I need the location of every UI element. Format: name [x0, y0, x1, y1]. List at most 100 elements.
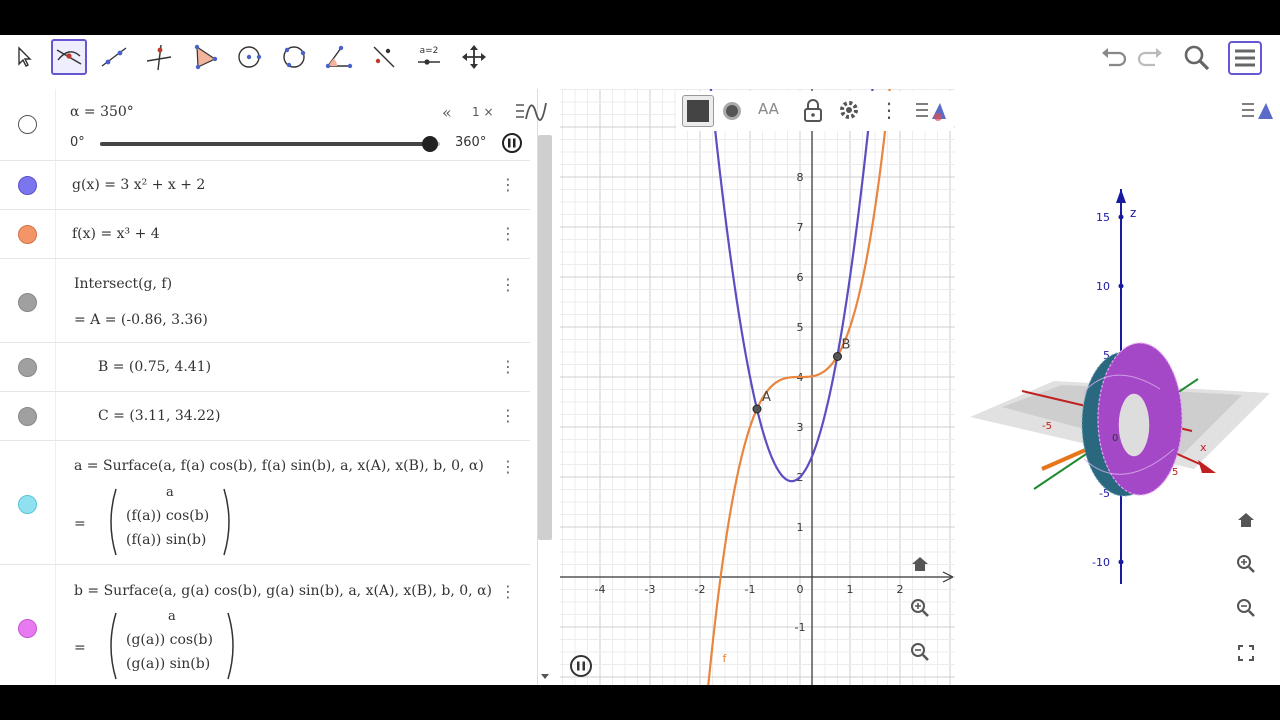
- algebra-row-c[interactable]: C = (3.11, 34.22) ⋮: [0, 392, 530, 441]
- undo-button[interactable]: [1096, 41, 1130, 75]
- algebra-row-b[interactable]: B = (0.75, 4.41) ⋮: [0, 343, 530, 392]
- fullscreen-button[interactable]: [1231, 638, 1261, 668]
- curve-g[interactable]: [706, 89, 878, 483]
- more-options-icon[interactable]: ⋮: [500, 224, 516, 244]
- slider-tool[interactable]: a=2: [411, 39, 447, 75]
- redo-button[interactable]: [1134, 41, 1168, 75]
- more-options-icon[interactable]: ⋮: [500, 175, 516, 195]
- y-tick-label: 5: [797, 321, 804, 334]
- slider-track[interactable]: [100, 136, 440, 152]
- polygon-tool[interactable]: [186, 39, 222, 75]
- point-a-label: A: [762, 390, 771, 405]
- slider-knob[interactable]: [422, 136, 439, 152]
- algebra-row-surface-b[interactable]: b = Surface(a, g(a) cos(b), g(a) sin(b),…: [0, 565, 530, 685]
- color-swatch-button[interactable]: [682, 95, 714, 127]
- marble-c[interactable]: [18, 407, 37, 426]
- home-view-3d-button[interactable]: [1231, 505, 1261, 535]
- graphics-view-2d[interactable]: -4 -3 -2 -1 0 1 2 8 7 6 5 4 3 2 1 -1 A Bf: [560, 89, 955, 685]
- circle-center-icon: [238, 46, 262, 68]
- speed-label[interactable]: 1 ×: [472, 105, 494, 119]
- more-options-icon[interactable]: ⋮: [500, 457, 516, 477]
- visibility-toggle[interactable]: [18, 115, 37, 134]
- zoom-in-2d-button[interactable]: [905, 593, 935, 623]
- marble-g[interactable]: [18, 176, 37, 195]
- search-button[interactable]: [1180, 41, 1214, 75]
- move-view-tool[interactable]: [456, 39, 492, 75]
- surface-a-definition[interactable]: a = Surface(a, f(a) cos(b), f(a) sin(b),…: [74, 458, 484, 474]
- cursor-arrow-icon: [18, 46, 32, 67]
- scroll-down-arrow-icon[interactable]: [540, 671, 550, 681]
- close-style-bar-icon[interactable]: [914, 97, 948, 125]
- y-tick-label: 6: [797, 271, 804, 284]
- right-paren-icon: [227, 612, 234, 680]
- marble-f[interactable]: [18, 225, 37, 244]
- x-tick-label: -2: [695, 583, 706, 596]
- home-view-2d-button[interactable]: [905, 549, 935, 579]
- algebra-row-g[interactable]: g(x) = 3 x² + x + 2 ⋮: [0, 161, 530, 210]
- more-options-icon[interactable]: ⋮: [500, 582, 516, 602]
- y-tick-label: -1: [795, 621, 806, 634]
- zoom-out-3d-button[interactable]: [1231, 593, 1261, 623]
- angle-tool[interactable]: [321, 39, 357, 75]
- surface-b-row1: a: [168, 609, 176, 624]
- move-arrows-icon: [462, 45, 486, 69]
- intersect-command[interactable]: Intersect(g, f): [74, 276, 172, 292]
- x-tick-label: -3: [645, 583, 656, 596]
- algebra-scrollbar[interactable]: [538, 135, 552, 540]
- more-options-icon[interactable]: ⋮: [500, 357, 516, 377]
- gear-icon[interactable]: [836, 97, 862, 123]
- reflect-tool[interactable]: [366, 39, 402, 75]
- circle-three-points-tool[interactable]: [276, 39, 312, 75]
- x-tick-label: 1: [847, 583, 854, 596]
- marble-b[interactable]: [18, 358, 37, 377]
- algebra-row-f[interactable]: f(x) = x³ + 4 ⋮: [0, 210, 530, 259]
- perpendicular-tool[interactable]: [141, 39, 177, 75]
- point-a[interactable]: [752, 404, 762, 414]
- g-definition[interactable]: g(x) = 3 x² + x + 2: [72, 177, 205, 193]
- line-tool[interactable]: [96, 39, 132, 75]
- line-icon: [101, 47, 127, 67]
- text-style-button[interactable]: AA: [758, 100, 779, 118]
- z-tick-mark: [1118, 559, 1124, 565]
- equals-sign: =: [74, 640, 86, 656]
- right-paren-icon: [223, 488, 230, 556]
- z-tick-label: 10: [1096, 280, 1110, 293]
- graphing-view-toggle-icon[interactable]: [514, 99, 548, 125]
- point-b[interactable]: [833, 352, 842, 361]
- more-options-icon[interactable]: ⋮: [500, 406, 516, 426]
- marble-intersect[interactable]: [18, 293, 37, 312]
- point-style-button[interactable]: [723, 102, 741, 120]
- point-c-value[interactable]: C = (3.11, 34.22): [98, 408, 220, 424]
- main-menu-button[interactable]: [1228, 41, 1262, 75]
- 3d-style-bar-toggle-icon[interactable]: [1238, 97, 1276, 125]
- intersect-icon: [56, 49, 82, 65]
- plane-tick-label-5: 5: [1172, 467, 1178, 478]
- surface-b-definition[interactable]: b = Surface(a, g(a) cos(b), g(a) sin(b),…: [74, 583, 492, 599]
- search-icon: [1184, 45, 1210, 71]
- reflect-line-icon: [373, 46, 395, 68]
- pause-icon: [577, 661, 585, 671]
- algebra-row-intersect[interactable]: Intersect(g, f) = A = (-0.86, 3.36) ⋮: [0, 259, 530, 343]
- move-tool[interactable]: [6, 39, 42, 75]
- zoom-in-3d-button[interactable]: [1231, 549, 1261, 579]
- undo-icon: [1102, 48, 1127, 67]
- play-pause-2d-button[interactable]: [570, 655, 592, 677]
- lock-icon[interactable]: [802, 98, 824, 124]
- marble-surface-a[interactable]: [18, 495, 37, 514]
- algebra-row-surface-a[interactable]: a = Surface(a, f(a) cos(b), f(a) sin(b),…: [0, 441, 530, 565]
- intersect-tool[interactable]: [51, 39, 87, 75]
- style-bar: AA ⋮: [676, 91, 954, 131]
- zoom-out-2d-button[interactable]: [905, 637, 935, 667]
- collapse-chevrons-icon[interactable]: «: [442, 103, 452, 122]
- graphics-2d-canvas[interactable]: -4 -3 -2 -1 0 1 287654321-1ABf: [560, 89, 955, 685]
- angle-icon: [325, 45, 353, 69]
- f-definition[interactable]: f(x) = x³ + 4: [72, 226, 160, 242]
- pause-animation-button[interactable]: [502, 133, 522, 153]
- zoom-out-icon: [911, 643, 929, 661]
- algebra-row-slider[interactable]: α = 350° « 1 × 0° 360°: [0, 89, 530, 161]
- circle-tool[interactable]: [231, 39, 267, 75]
- more-style-options-icon[interactable]: ⋮: [879, 98, 899, 122]
- more-options-icon[interactable]: ⋮: [500, 275, 516, 295]
- marble-surface-b[interactable]: [18, 619, 37, 638]
- point-b-value[interactable]: B = (0.75, 4.41): [98, 359, 211, 375]
